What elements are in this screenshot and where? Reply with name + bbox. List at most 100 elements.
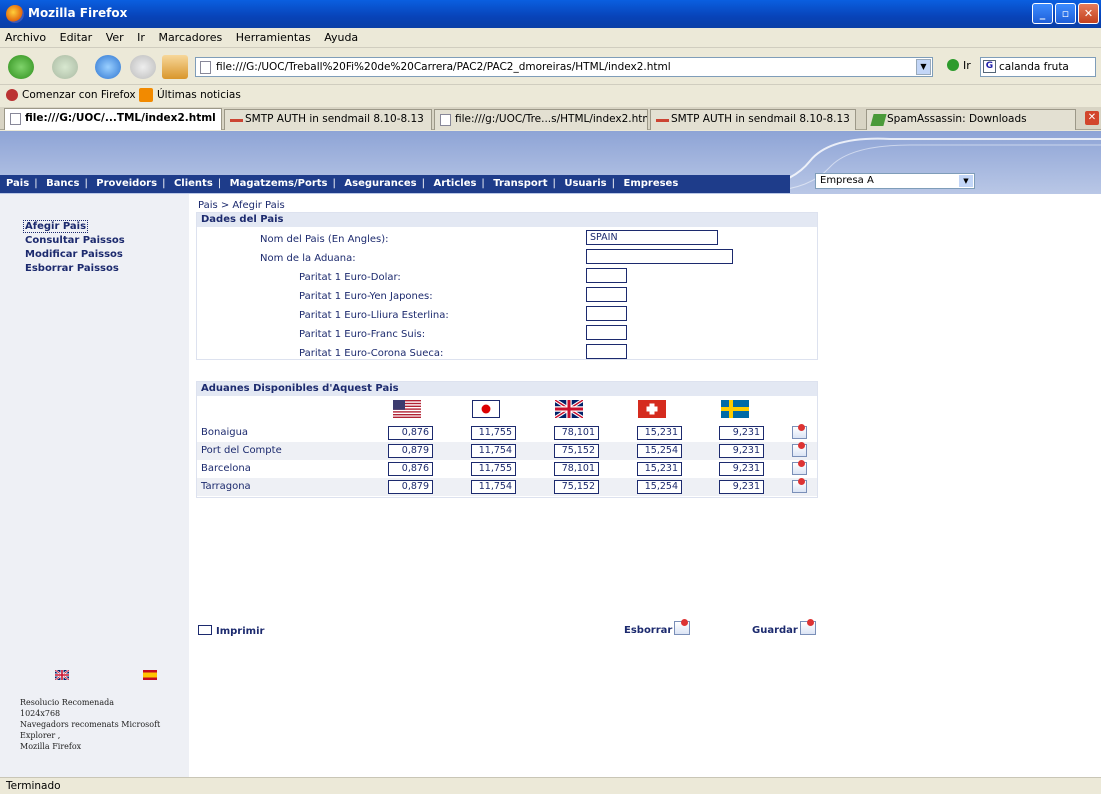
chevron-down-icon[interactable]: ▼ [959,175,973,187]
go-label: Ir [963,59,971,72]
field-label: Paritat 1 Euro-Lliura Esterlina: [299,310,449,321]
spain-flag-icon[interactable] [143,670,157,680]
page-icon [440,114,451,126]
bookmark-noticias[interactable]: Últimas noticias [157,89,241,101]
rate-input[interactable]: 75,152 [554,444,599,458]
note-line: Resolucio Recomenada [20,698,114,707]
close-tab-icon[interactable]: ✕ [1085,111,1099,125]
rate-input[interactable]: 0,879 [388,480,433,494]
address-bar[interactable]: file:///G:/UOC/Treball%20Fi%20de%20Carre… [195,57,933,77]
tab-5[interactable]: SpamAssassin: Downloads [866,109,1076,130]
aduanes-header: Aduanes Disponibles d'Aquest Pais [197,382,817,396]
rate-input[interactable]: 9,231 [719,444,764,458]
note-line: Mozilla Firefox [20,742,82,751]
menu-archivo[interactable]: Archivo [0,28,51,47]
edit-icon[interactable] [792,460,807,475]
maximize-button[interactable]: ▫ [1055,3,1076,24]
euro-lliura-input[interactable] [586,306,627,321]
forward-icon[interactable] [52,55,78,79]
sidebar-item-consultar[interactable]: Consultar Paissos [25,235,125,246]
rate-input[interactable]: 15,231 [637,426,682,440]
nav-empreses[interactable]: Empreses [623,178,678,189]
euro-dolar-input[interactable] [586,268,627,283]
home-icon[interactable] [162,55,188,79]
rate-input[interactable]: 15,254 [637,444,682,458]
sidebar-item-esborrar[interactable]: Esborrar Paissos [25,263,119,274]
menu-ayuda[interactable]: Ayuda [319,28,363,47]
search-input[interactable]: G calanda fruta [980,57,1096,77]
edit-icon[interactable] [792,424,807,439]
nav-asegurances[interactable]: Asegurances [344,178,416,189]
resolution-note: Resolucio Recomenada 1024x768 Navegadors… [20,697,190,752]
table-row: Barcelona 0,876 11,755 78,101 15,231 9,2… [197,460,817,478]
menu-ver[interactable]: Ver [101,28,129,47]
note-line: 1024x768 [20,709,61,718]
nav-proveidors[interactable]: Proveidors [96,178,157,189]
nav-clients[interactable]: Clients [174,178,213,189]
tab-4[interactable]: SMTP AUTH in sendmail 8.10-8.13 [650,109,856,130]
rate-input[interactable]: 78,101 [554,462,599,476]
page-icon [10,113,21,125]
rate-input[interactable]: 0,879 [388,444,433,458]
nav-usuaris[interactable]: Usuaris [564,178,606,189]
table-row: Port del Compte 0,879 11,754 75,152 15,2… [197,442,817,460]
rate-input[interactable]: 11,754 [471,444,516,458]
stop-icon[interactable] [130,55,156,79]
rate-input[interactable]: 9,231 [719,462,764,476]
tab-label: SMTP AUTH in sendmail 8.10-8.13 [245,113,424,125]
rate-input[interactable]: 0,876 [388,426,433,440]
tab-1[interactable]: file:///G:/UOC/...TML/index2.html [4,108,222,130]
rate-input[interactable]: 75,152 [554,480,599,494]
euro-yen-input[interactable] [586,287,627,302]
rate-input[interactable]: 11,755 [471,426,516,440]
menu-herramientas[interactable]: Herramientas [231,28,316,47]
minimize-button[interactable]: _ [1032,3,1053,24]
chevron-down-icon[interactable]: ▼ [916,59,931,75]
empresa-select[interactable]: Empresa A ▼ [815,173,975,189]
print-label: Imprimir [216,626,265,637]
euro-franc-input[interactable] [586,325,627,340]
edit-icon[interactable] [792,442,807,457]
nav-articles[interactable]: Articles [433,178,476,189]
nav-magatzems[interactable]: Magatzems/Ports [230,178,328,189]
nav-bancs[interactable]: Bancs [46,178,79,189]
bookmark-comenzar[interactable]: Comenzar con Firefox [22,89,136,101]
rate-input[interactable]: 0,876 [388,462,433,476]
nav-pais[interactable]: Pais [6,178,29,189]
euro-corona-input[interactable] [586,344,627,359]
edit-icon[interactable] [792,478,807,493]
rate-input[interactable]: 15,254 [637,480,682,494]
menu-editar[interactable]: Editar [55,28,98,47]
menu-marcadores[interactable]: Marcadores [153,28,227,47]
rate-input[interactable]: 15,231 [637,462,682,476]
rate-input[interactable]: 11,754 [471,480,516,494]
country-name-input[interactable]: SPAIN [586,230,718,245]
note-line: Navegadors recomenats Microsoft Explorer… [20,720,161,740]
uk-flag-icon[interactable] [55,670,69,680]
row-name: Bonaigua [201,427,249,438]
delete-button[interactable]: Esborrar [624,619,691,636]
rate-input[interactable]: 9,231 [719,480,764,494]
tab-2[interactable]: SMTP AUTH in sendmail 8.10-8.13 [224,109,432,130]
tab-3[interactable]: file:///g:/UOC/Tre...s/HTML/index2.html [434,109,648,130]
aduana-name-input[interactable] [586,249,733,264]
rate-input[interactable]: 9,231 [719,426,764,440]
go-button[interactable]: Ir [947,59,971,72]
japan-flag-icon [472,400,500,418]
table-row: Bonaigua 0,876 11,755 78,101 15,231 9,23… [197,424,817,442]
close-window-button[interactable]: ✕ [1078,3,1099,24]
sidebar-item-modificar[interactable]: Modificar Paissos [25,249,123,260]
nav-transport[interactable]: Transport [493,178,547,189]
menu-ir[interactable]: Ir [132,28,150,47]
save-button[interactable]: Guardar [752,619,816,636]
reload-icon[interactable] [95,55,121,79]
sidebar-item-afegir[interactable]: Afegir Pais [23,220,89,233]
field-label: Paritat 1 Euro-Corona Sueca: [299,348,444,359]
rate-input[interactable]: 78,101 [554,426,599,440]
save-label: Guardar [752,625,798,636]
print-button[interactable]: Imprimir [198,625,264,637]
back-icon[interactable] [8,55,34,79]
table-row: Tarragona 0,879 11,754 75,152 15,254 9,2… [197,478,817,496]
rate-input[interactable]: 11,755 [471,462,516,476]
rss-icon [139,88,153,102]
